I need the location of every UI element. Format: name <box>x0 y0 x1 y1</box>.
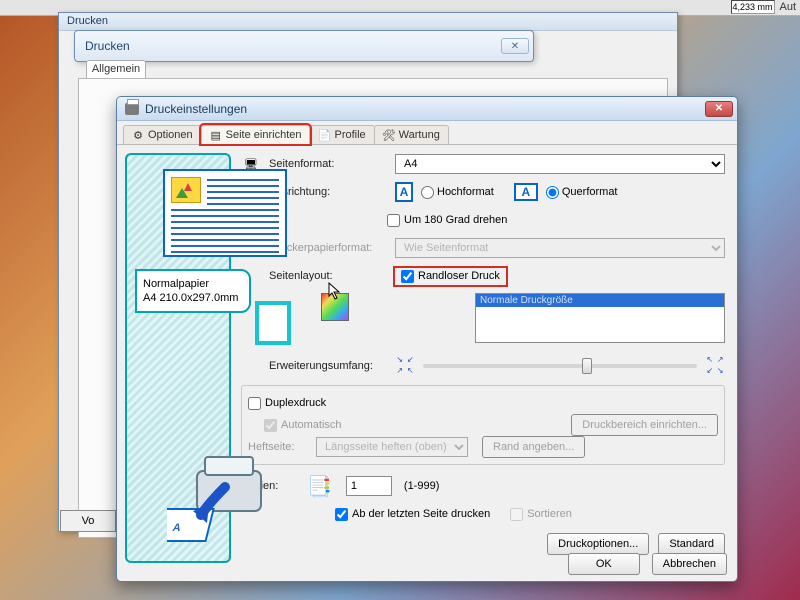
druckoptionen-button[interactable]: Druckoptionen... <box>547 533 649 555</box>
standard-button[interactable]: Standard <box>658 533 725 555</box>
tab-profile[interactable]: 📄 Profile <box>309 125 374 144</box>
radio-label: Querformat <box>562 186 618 198</box>
layout-listbox[interactable]: Normale Druckgröße <box>475 293 725 343</box>
topbar-measurement[interactable] <box>731 0 775 14</box>
checkbox-label: Automatisch <box>281 419 342 431</box>
checkbox-label: Randloser Druck <box>418 270 500 282</box>
settings-form: 🖥 Seitenformat: A4 ↓ Ausrichtung: A Hoch… <box>241 153 729 537</box>
checkbox-label: Duplexdruck <box>265 397 326 409</box>
color-swatch <box>321 293 349 321</box>
paper-name: Normalpapier <box>143 277 243 291</box>
layout-diagram <box>255 301 291 345</box>
cancel-button[interactable]: Abbrechen <box>652 553 727 575</box>
preview-panel: Normalpapier A4 210.0x297.0mm A <box>125 153 231 563</box>
tab-bar: ⚙ Optionen ▤ Seite einrichten 📄 Profile … <box>117 121 737 145</box>
slider-thumb[interactable] <box>582 358 592 374</box>
bg-window-title: Drucken <box>59 13 677 31</box>
tab-label: Seite einrichten <box>226 129 302 141</box>
heftseite-select: Längsseite heften (oben) <box>316 437 468 457</box>
druckerpapier-select: Wie Seitenformat <box>395 238 725 258</box>
parent-tab-allgemein[interactable]: Allgemein <box>86 60 146 78</box>
druckbereich-button: Druckbereich einrichten... <box>571 414 718 436</box>
kopien-range: (1-999) <box>404 480 439 492</box>
printer-illustration: A <box>167 431 287 551</box>
paper-size: A4 210.0x297.0mm <box>143 291 243 305</box>
wrench-icon: 🛠 <box>383 129 395 141</box>
extent-slider[interactable] <box>423 364 697 368</box>
parent-close-button[interactable]: ✕ <box>501 38 529 54</box>
dialog-footer: OK Abbrechen <box>562 553 727 575</box>
listbox-item-selected[interactable]: Normale Druckgröße <box>476 294 724 307</box>
printer-icon <box>125 103 139 115</box>
duplex-group: Duplexdruck Automatisch Druckbereich ein… <box>241 385 725 465</box>
tab-wartung[interactable]: 🛠 Wartung <box>374 125 449 144</box>
parent-dialog-title: Drucken <box>85 39 130 53</box>
close-button[interactable]: ✕ <box>705 101 733 117</box>
radio-querformat[interactable]: Querformat <box>546 186 618 199</box>
portrait-icon: A <box>395 182 413 202</box>
tab-label: Wartung <box>399 129 440 141</box>
tab-label: Optionen <box>148 129 193 141</box>
kopien-input[interactable] <box>346 476 392 496</box>
checkbox-sortieren: Sortieren <box>510 508 572 521</box>
expand-icon: ↖↗↙↘ <box>705 356 725 376</box>
checkbox-rotate180[interactable]: Um 180 Grad drehen <box>387 214 507 227</box>
rand-button: Rand angeben... <box>482 436 585 458</box>
gear-icon: ⚙ <box>132 129 144 141</box>
checkbox-abletzten[interactable]: Ab der letzten Seite drucken <box>335 508 490 521</box>
preview-button-partial[interactable]: Vo <box>60 510 116 532</box>
paper-info-box: Normalpapier A4 210.0x297.0mm <box>135 269 251 313</box>
seitenformat-select[interactable]: A4 <box>395 154 725 174</box>
dialog-titlebar: Druckeinstellungen ✕ <box>117 97 737 121</box>
copies-icon: 📑 <box>307 474 332 499</box>
checkbox-label: Um 180 Grad drehen <box>404 214 507 226</box>
checkbox-automatisch: Automatisch <box>248 419 342 432</box>
tab-optionen[interactable]: ⚙ Optionen <box>123 125 202 144</box>
shrink-icon: ↘↙↗↖ <box>395 356 415 376</box>
layers-icon: ▤ <box>210 129 222 141</box>
tab-seite-einrichten[interactable]: ▤ Seite einrichten <box>201 125 311 144</box>
parent-dialog: Drucken ✕ <box>74 30 534 62</box>
print-settings-dialog: Druckeinstellungen ✕ ⚙ Optionen ▤ Seite … <box>116 96 738 582</box>
topbar-label: Aut <box>779 1 796 13</box>
checkbox-label: Ab der letzten Seite drucken <box>352 508 490 520</box>
radio-hochformat[interactable]: Hochformat <box>421 186 494 199</box>
ok-button[interactable]: OK <box>568 553 640 575</box>
dialog-title: Druckeinstellungen <box>145 102 247 116</box>
profile-icon: 📄 <box>318 129 330 141</box>
page-thumbnail <box>163 169 287 257</box>
landscape-icon: A <box>514 183 538 201</box>
checkbox-randlos[interactable]: Randloser Druck <box>395 268 506 285</box>
label-seitenlayout: Seitenlayout: <box>269 270 387 282</box>
checkbox-label: Sortieren <box>527 508 572 520</box>
radio-label: Hochformat <box>437 186 494 198</box>
checkbox-duplex[interactable]: Duplexdruck <box>248 397 326 410</box>
tab-label: Profile <box>334 129 365 141</box>
label-erweiterung: Erweiterungsumfang: <box>269 360 387 372</box>
